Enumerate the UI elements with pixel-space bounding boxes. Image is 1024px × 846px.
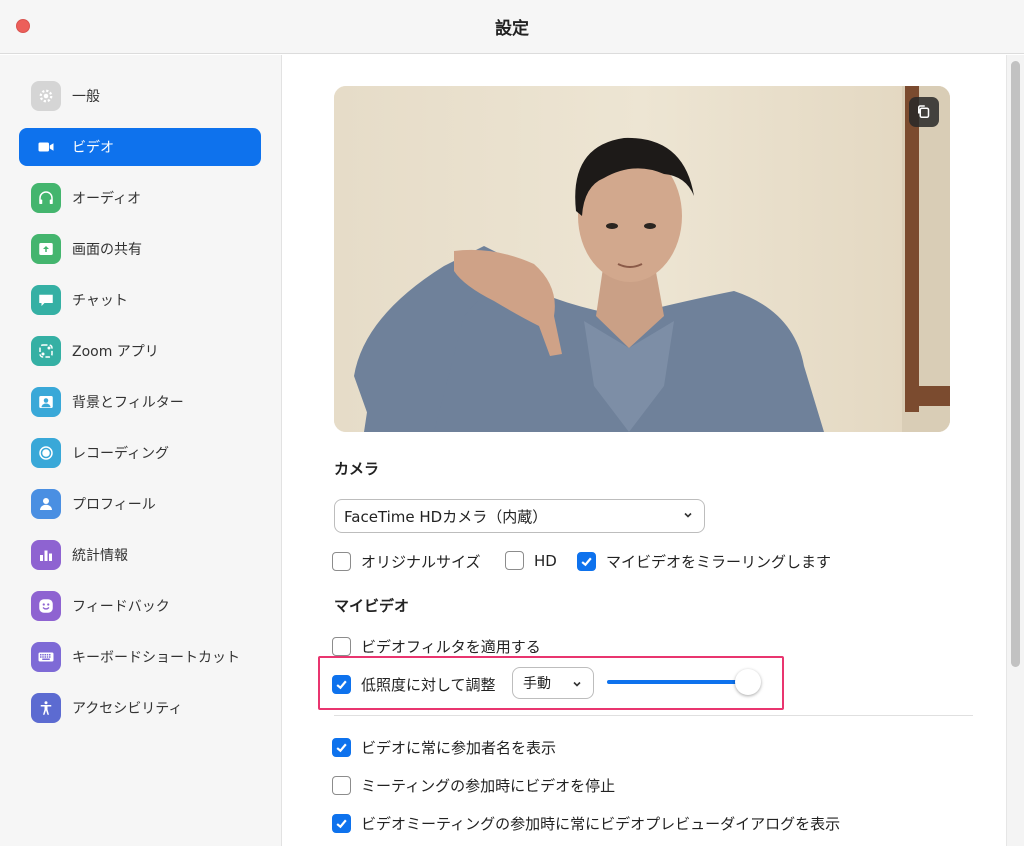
headphones-icon — [31, 183, 61, 213]
share-screen-icon — [31, 234, 61, 264]
sidebar-item-general[interactable]: 一般 — [19, 77, 261, 115]
preview-dialog-checkbox[interactable] — [332, 814, 351, 833]
sidebar-item-label: 統計情報 — [72, 548, 128, 564]
checkmark-icon — [336, 680, 347, 690]
sidebar-item-keyboard-shortcuts[interactable]: キーボードショートカット — [19, 638, 261, 676]
original-size-option[interactable]: オリジナルサイズ — [332, 551, 481, 572]
sidebar-item-recording[interactable]: レコーディング — [19, 434, 261, 472]
show-names-checkbox[interactable] — [332, 738, 351, 757]
show-names-label: ビデオに常に参加者名を表示 — [361, 739, 557, 757]
record-icon — [31, 438, 61, 468]
low-light-mode-value: 手動 — [523, 676, 551, 692]
original-size-label: オリジナルサイズ — [361, 553, 481, 571]
person-icon — [31, 489, 61, 519]
video-settings-panel: カメラ FaceTime HDカメラ（内蔵） オリジナルサイズ HD マイビデオ… — [283, 55, 1024, 846]
bar-chart-icon — [31, 540, 61, 570]
hd-option[interactable]: HD — [505, 551, 557, 570]
mirror-video-option[interactable]: マイビデオをミラーリングします — [577, 551, 831, 572]
section-divider — [334, 715, 973, 716]
rotate-icon — [918, 105, 930, 118]
preview-dialog-label: ビデオミーティングの参加時に常にビデオプレビューダイアログを表示 — [361, 815, 841, 833]
sidebar-item-label: キーボードショートカット — [72, 650, 240, 666]
sidebar-item-accessibility[interactable]: アクセシビリティ — [19, 689, 261, 727]
sidebar-item-statistics[interactable]: 統計情報 — [19, 536, 261, 574]
low-light-slider-handle[interactable] — [735, 669, 761, 695]
sidebar-item-feedback[interactable]: フィードバック — [19, 587, 261, 625]
mirror-video-label: マイビデオをミラーリングします — [606, 553, 832, 571]
sidebar-item-label: フィードバック — [72, 599, 170, 615]
low-light-slider-track[interactable] — [607, 680, 749, 684]
camera-device-value: FaceTime HDカメラ（内蔵） — [344, 507, 548, 526]
sidebar-item-label: Zoom アプリ — [72, 344, 159, 360]
chevron-down-icon — [684, 512, 692, 518]
title-bar: 設定 — [0, 0, 1024, 54]
close-window-button[interactable] — [16, 19, 30, 33]
background-icon — [31, 387, 61, 417]
sidebar-item-profile[interactable]: プロフィール — [19, 485, 261, 523]
low-light-label: 低照度に対して調整 — [361, 676, 496, 694]
camera-preview-image — [334, 86, 950, 432]
stop-video-option[interactable]: ミーティングの参加時にビデオを停止 — [332, 775, 615, 796]
sidebar: 一般 ビデオ オーディオ 画面の共有 チャット Zoom アプリ 背景とフィルタ… — [0, 55, 282, 846]
accessibility-icon — [31, 693, 61, 723]
sidebar-item-video[interactable]: ビデオ — [19, 128, 261, 166]
sidebar-item-label: ビデオ — [72, 140, 114, 156]
keyboard-icon — [31, 642, 61, 672]
checkmark-icon — [336, 743, 347, 753]
camera-preview — [334, 86, 950, 432]
sidebar-item-zoom-apps[interactable]: Zoom アプリ — [19, 332, 261, 370]
smiley-icon — [31, 591, 61, 621]
checkmark-icon — [336, 819, 347, 829]
mirror-video-checkbox[interactable] — [577, 552, 596, 571]
sidebar-item-label: プロフィール — [72, 497, 156, 513]
low-light-checkbox[interactable] — [332, 675, 351, 694]
stop-video-checkbox[interactable] — [332, 776, 351, 795]
video-filter-checkbox[interactable] — [332, 637, 351, 656]
video-filter-option[interactable]: ビデオフィルタを適用する — [332, 636, 541, 657]
show-names-option[interactable]: ビデオに常に参加者名を表示 — [332, 737, 556, 758]
sidebar-item-label: レコーディング — [72, 446, 170, 462]
video-filter-label: ビデオフィルタを適用する — [361, 638, 541, 656]
scrollbar[interactable] — [1006, 55, 1024, 846]
stop-video-label: ミーティングの参加時にビデオを停止 — [361, 777, 616, 795]
sidebar-item-chat[interactable]: チャット — [19, 281, 261, 319]
chat-bubble-icon — [31, 285, 61, 315]
sidebar-item-label: チャット — [72, 293, 128, 309]
original-size-checkbox[interactable] — [332, 552, 351, 571]
camera-device-select[interactable]: FaceTime HDカメラ（内蔵） — [334, 499, 705, 533]
rotate-camera-button[interactable] — [909, 97, 939, 127]
sidebar-item-share-screen[interactable]: 画面の共有 — [19, 230, 261, 268]
sidebar-item-audio[interactable]: オーディオ — [19, 179, 261, 217]
sidebar-item-background-filters[interactable]: 背景とフィルター — [19, 383, 261, 421]
hd-label: HD — [534, 551, 557, 570]
my-video-section-title: マイビデオ — [334, 597, 410, 615]
low-light-mode-select[interactable]: 手動 — [512, 667, 594, 699]
window-title: 設定 — [495, 19, 529, 39]
checkmark-icon — [581, 557, 592, 567]
sidebar-item-label: 一般 — [72, 89, 100, 105]
sidebar-item-label: オーディオ — [72, 191, 142, 207]
video-camera-icon — [31, 132, 61, 162]
sidebar-item-label: 画面の共有 — [72, 242, 142, 258]
chevron-down-icon — [573, 681, 581, 687]
scrollbar-thumb[interactable] — [1011, 61, 1020, 667]
sidebar-item-label: アクセシビリティ — [72, 701, 183, 717]
apps-icon — [31, 336, 61, 366]
camera-section-title: カメラ — [334, 460, 380, 478]
gear-icon — [31, 81, 61, 111]
hd-checkbox[interactable] — [505, 551, 524, 570]
preview-dialog-option[interactable]: ビデオミーティングの参加時に常にビデオプレビューダイアログを表示 — [332, 813, 840, 834]
low-light-option[interactable]: 低照度に対して調整 — [332, 674, 496, 695]
sidebar-item-label: 背景とフィルター — [72, 395, 184, 411]
